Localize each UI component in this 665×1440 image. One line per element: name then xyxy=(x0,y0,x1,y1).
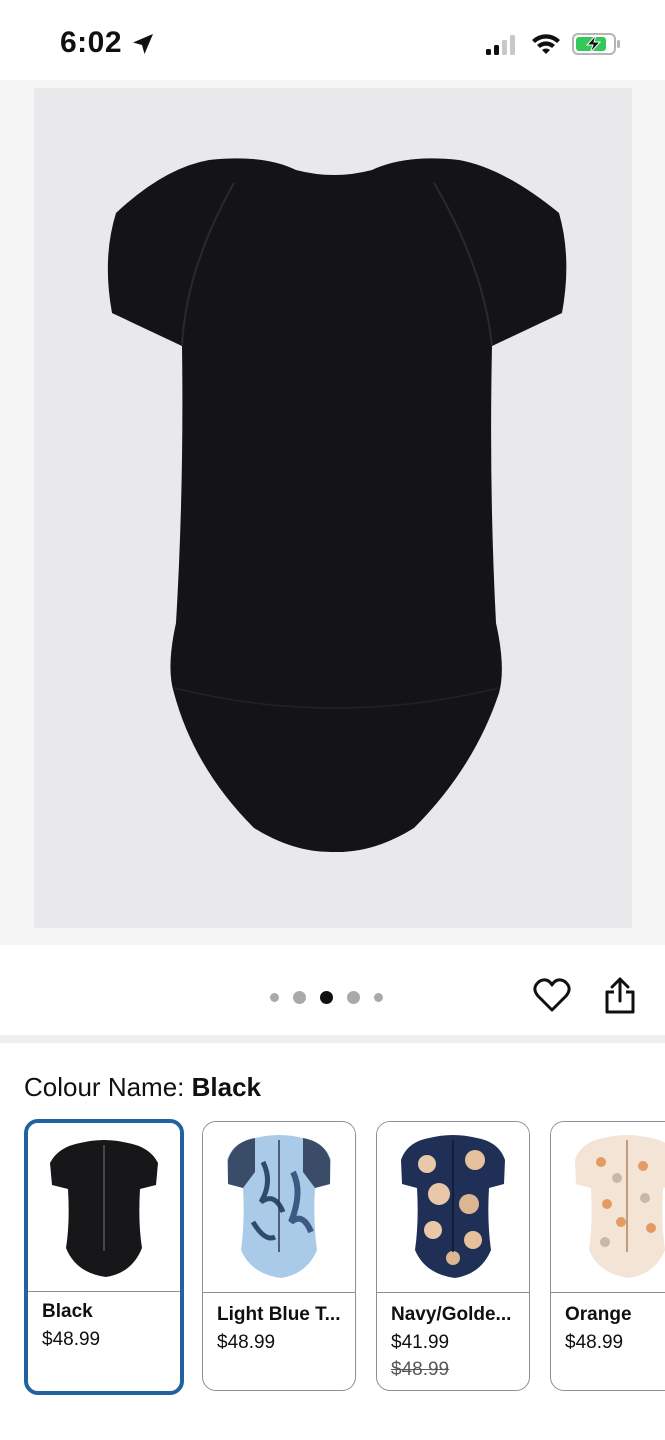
swatch-name: Light Blue T... xyxy=(217,1304,341,1325)
battery-charging-icon xyxy=(572,33,620,55)
share-icon[interactable] xyxy=(603,977,637,1015)
pagination-dot-active[interactable] xyxy=(320,990,333,1004)
swatch-name: Black xyxy=(42,1301,93,1322)
colour-name-value: Black xyxy=(191,1072,262,1102)
colour-swatch-list[interactable]: Black $48.99 Light Blue T... $48.99 Navy… xyxy=(0,1117,665,1397)
pagination-dot[interactable] xyxy=(270,992,279,1002)
image-pagination-dots[interactable] xyxy=(270,989,397,1005)
swatch-image xyxy=(551,1122,665,1293)
swatch-original-price: $48.99 xyxy=(391,1359,450,1380)
swatch-image xyxy=(377,1122,529,1293)
section-divider xyxy=(0,1035,665,1043)
pagination-dot[interactable] xyxy=(293,990,306,1004)
swatch-image xyxy=(28,1123,180,1292)
pagination-dot[interactable] xyxy=(347,990,360,1004)
status-time: 6:02 xyxy=(60,26,123,59)
pagination-dot[interactable] xyxy=(374,992,383,1002)
colour-name-label: Colour Name: Black xyxy=(24,1072,261,1103)
swatch-image xyxy=(203,1122,355,1293)
swatch-name: Navy/Golde... xyxy=(391,1304,512,1325)
cellular-signal-icon xyxy=(486,35,515,55)
swatch-price: $48.99 xyxy=(565,1332,624,1353)
product-image[interactable] xyxy=(34,88,632,928)
product-image-gallery[interactable] xyxy=(0,80,665,945)
swatch-name: Orange xyxy=(565,1304,632,1325)
swimsuit-back-illustration xyxy=(107,158,567,853)
colour-swatch-orange[interactable]: Orange $48.99 xyxy=(550,1121,665,1391)
heart-icon[interactable] xyxy=(533,977,571,1013)
status-bar: 6:02 xyxy=(0,0,665,80)
swatch-price: $41.99 xyxy=(391,1332,450,1353)
colour-name-prefix: Colour Name: xyxy=(24,1072,192,1102)
colour-swatch-light-blue[interactable]: Light Blue T... $48.99 xyxy=(202,1121,356,1391)
location-arrow-icon xyxy=(133,34,153,54)
swatch-price: $48.99 xyxy=(217,1332,276,1353)
colour-swatch-navy-golden[interactable]: Navy/Golde... $41.99 $48.99 xyxy=(376,1121,530,1391)
swatch-price: $48.99 xyxy=(42,1329,101,1350)
gallery-controls xyxy=(0,945,665,1035)
wifi-icon xyxy=(532,34,560,54)
colour-swatch-black[interactable]: Black $48.99 xyxy=(24,1119,184,1395)
